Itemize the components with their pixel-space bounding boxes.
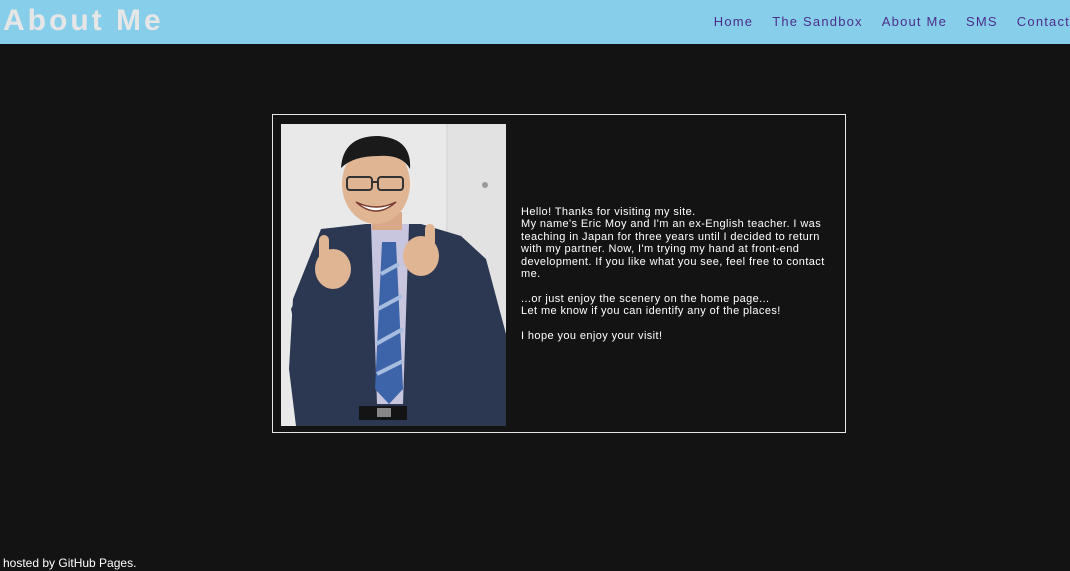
nav-link-home[interactable]: Home [714, 14, 753, 30]
nav-link-about-me[interactable]: About Me [882, 14, 947, 30]
nav-link-contact[interactable]: Contact [1017, 14, 1070, 30]
top-header: About Me Home The Sandbox About Me SMS C… [0, 0, 1070, 44]
profile-photo-illustration [281, 124, 506, 426]
bio-intro: My name's Eric Moy and I'm an ex-English… [521, 218, 825, 281]
nav-link-sms[interactable]: SMS [966, 14, 998, 30]
bio-text: Hello! Thanks for visiting my site. My n… [521, 206, 839, 342]
footer-text: hosted by GitHub Pages. [3, 556, 137, 570]
main-nav: Home The Sandbox About Me SMS Contact [695, 14, 1070, 30]
nav-link-the-sandbox[interactable]: The Sandbox [772, 14, 863, 30]
bio-greeting: Hello! Thanks for visiting my site. [521, 206, 696, 218]
bio-scenery: ...or just enjoy the scenery on the home… [521, 292, 770, 305]
page-title: About Me [3, 4, 164, 37]
bio-identify: Let me know if you can identify any of t… [521, 305, 781, 318]
profile-photo [281, 124, 506, 426]
bio-closing: I hope you enjoy your visit! [521, 330, 663, 343]
about-card: Hello! Thanks for visiting my site. My n… [272, 114, 846, 433]
